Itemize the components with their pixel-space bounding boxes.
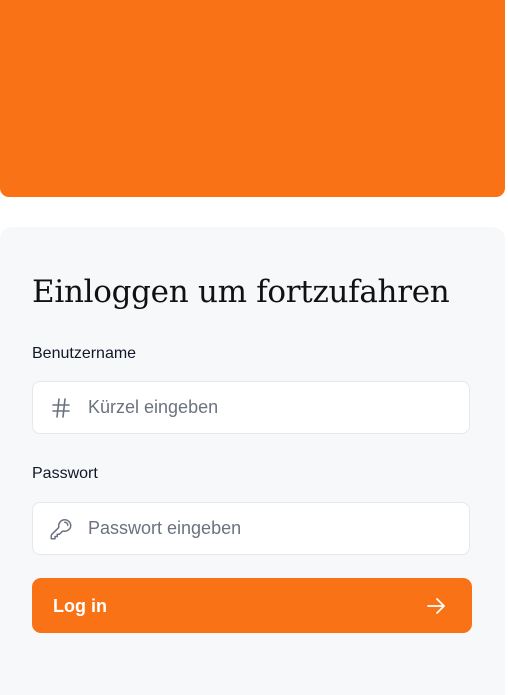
login-button-label: Log in [53,596,107,616]
username-input[interactable] [88,382,458,433]
login-page: Einloggen um fortzufahren Benutzername P… [0,0,508,695]
username-label: Benutzername [32,345,137,362]
password-input[interactable] [88,503,458,554]
username-field[interactable] [32,381,470,434]
password-label: Passwort [32,465,98,482]
key-icon [49,517,73,541]
login-button[interactable]: Log in [32,578,472,633]
password-field[interactable] [32,502,470,555]
arrow-right-icon [424,594,448,618]
hash-icon [49,396,73,420]
header-banner [0,0,505,197]
page-title: Einloggen um fortzufahren [32,274,450,310]
